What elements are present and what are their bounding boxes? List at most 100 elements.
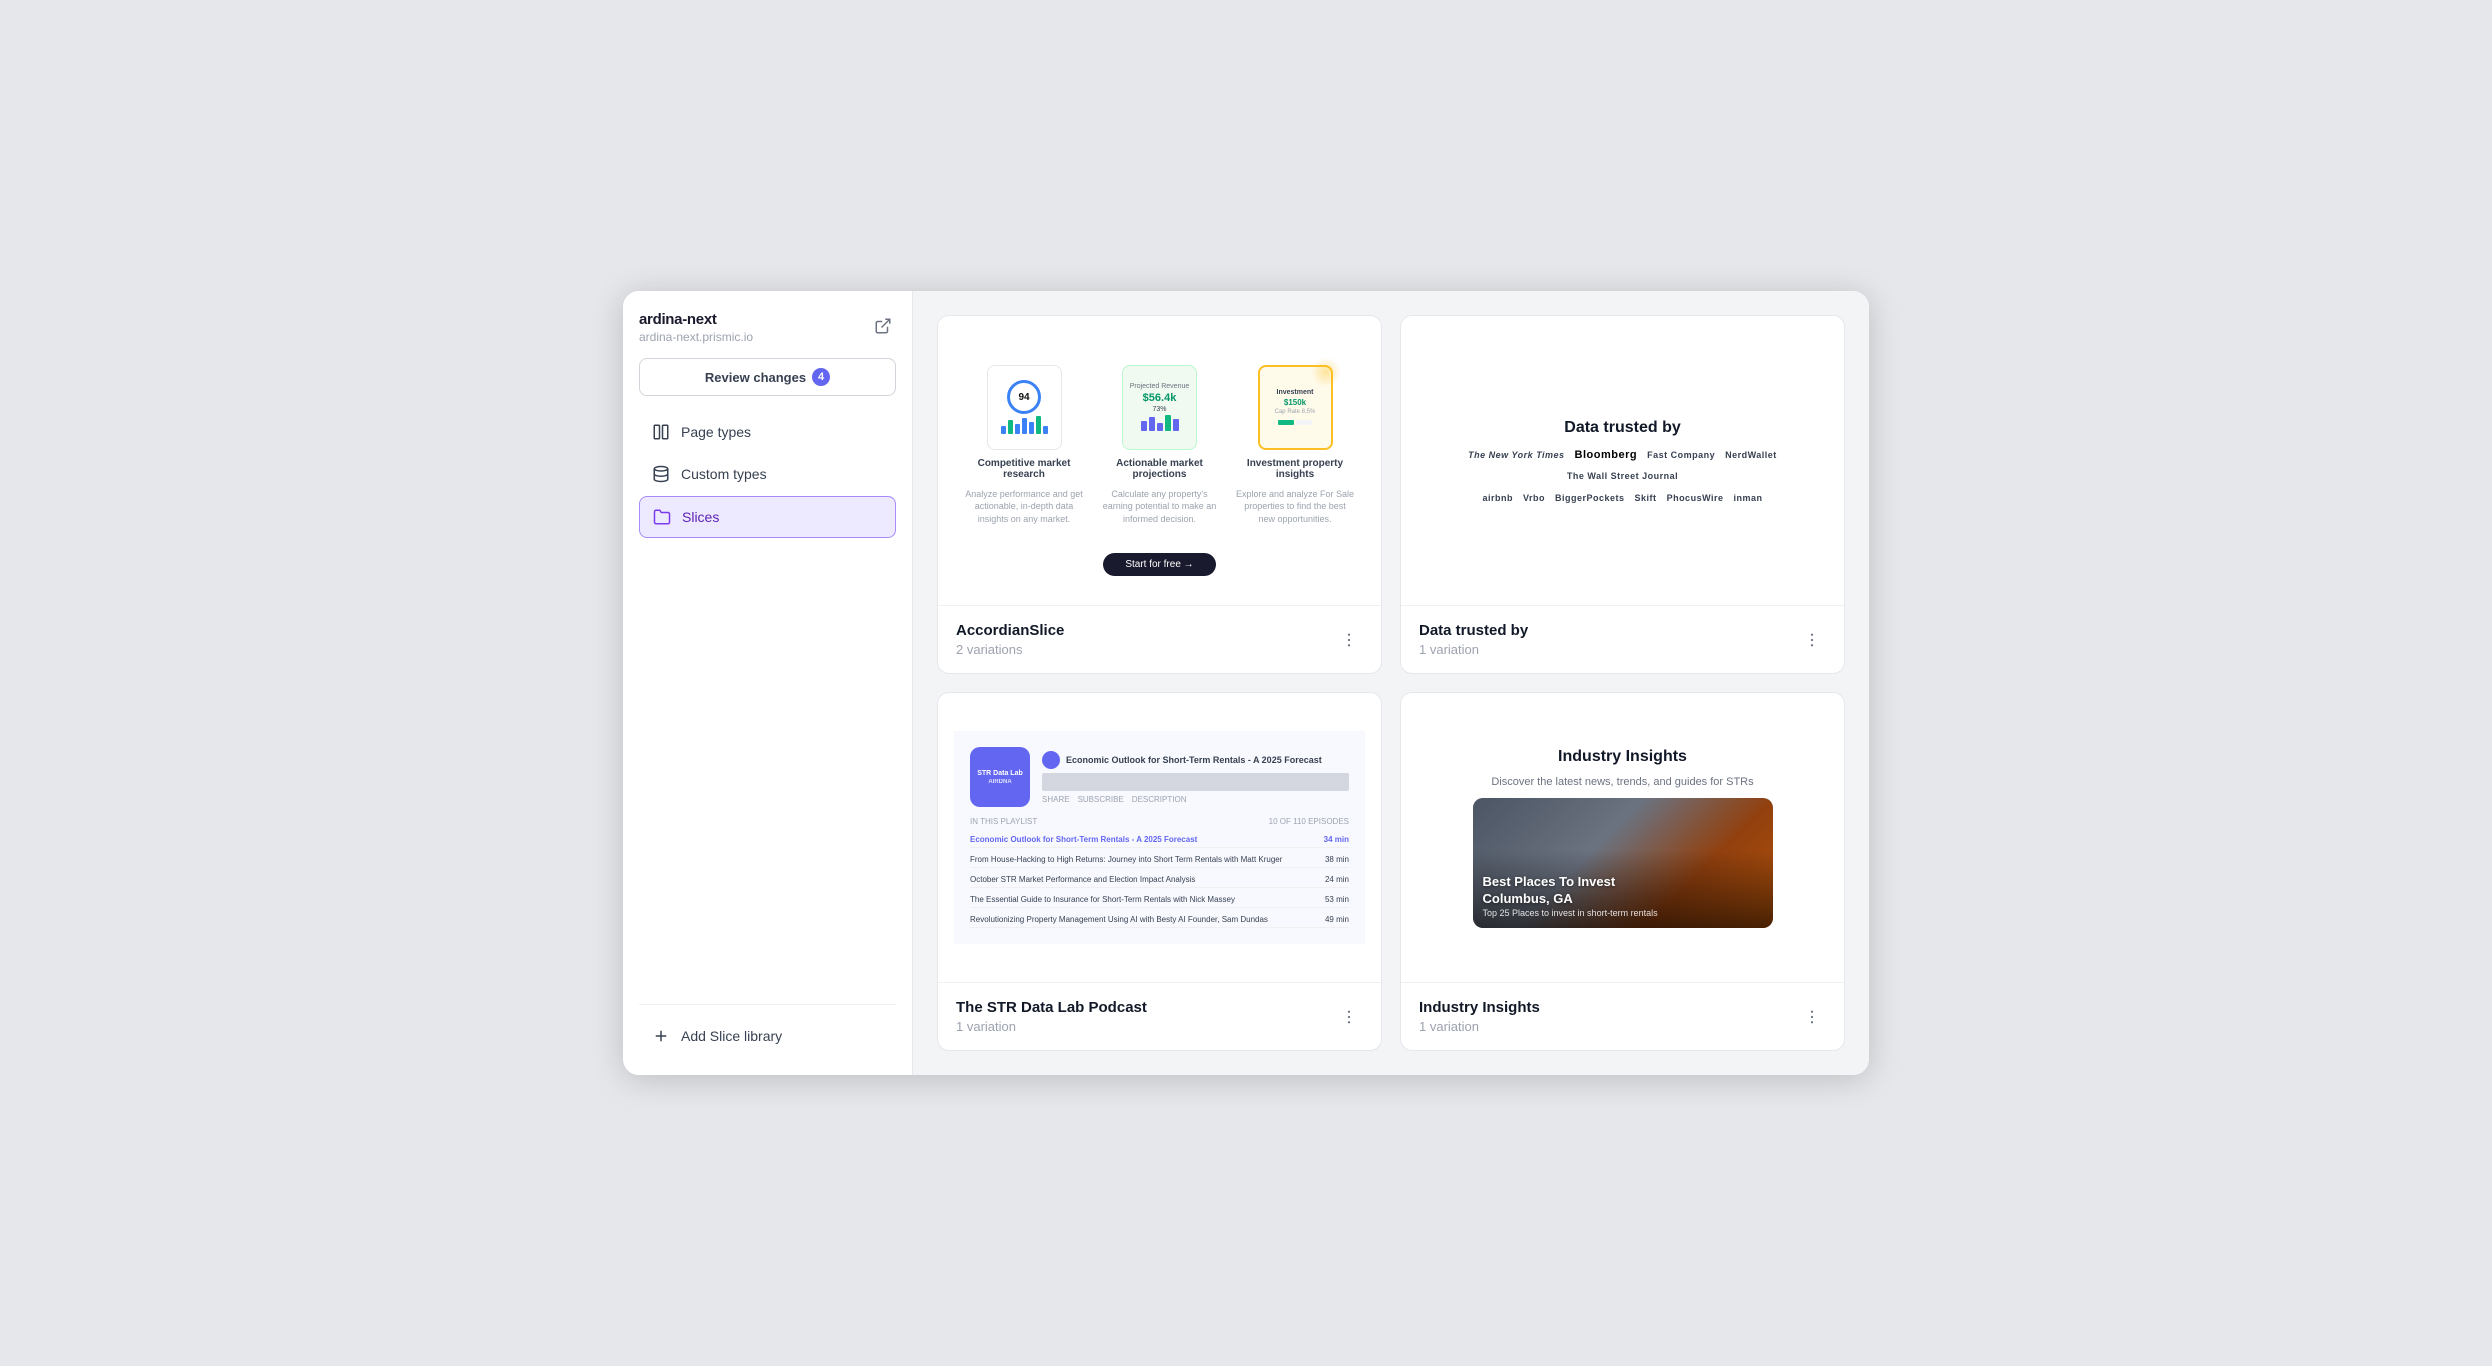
podcast-playlist-count: 10 OF 110 EPISODES xyxy=(1269,817,1349,826)
industry-img-location: Columbus, GA xyxy=(1483,891,1573,906)
sidebar-item-page-types[interactable]: Page types xyxy=(639,412,896,452)
external-link-icon[interactable] xyxy=(874,317,896,339)
podcast-more-button[interactable] xyxy=(1335,1003,1363,1031)
podcast-logo: STR Data Lab AIRDNA xyxy=(970,747,1030,807)
podcast-waveform xyxy=(1042,773,1349,791)
podcast-ep5-title: Revolutionizing Property Management Usin… xyxy=(970,915,1268,924)
podcast-ep2-title: From House-Hacking to High Returns: Jour… xyxy=(970,855,1282,864)
data-trusted-card: Data trusted by The New York Times Bloom… xyxy=(1400,315,1845,674)
slices-label: Slices xyxy=(682,509,719,525)
podcast-ep3-duration: 24 min xyxy=(1325,875,1349,884)
podcast-tab-description[interactable]: DESCRIPTION xyxy=(1132,795,1187,804)
acc-item-invest: Investment $150k Cap Rate 8.5% Investmen… xyxy=(1235,365,1355,526)
app-title: ardina-next xyxy=(639,311,753,328)
acc-caption-1: Competitive market research xyxy=(964,458,1084,480)
podcast-play-button[interactable] xyxy=(1042,751,1060,769)
industry-insights-title: Industry Insights xyxy=(1419,999,1540,1016)
podcast-episode-1[interactable]: Economic Outlook for Short-Term Rentals … xyxy=(970,832,1349,848)
data-trusted-title: Data trusted by xyxy=(1419,622,1528,639)
podcast-episode-4[interactable]: The Essential Guide to Insurance for Sho… xyxy=(970,892,1349,908)
trusted-preview-title: Data trusted by xyxy=(1564,419,1680,437)
logo-wsj: The Wall Street Journal xyxy=(1567,471,1678,481)
accordion-slice-title: AccordianSlice xyxy=(956,622,1064,639)
podcast-episode-2[interactable]: From House-Hacking to High Returns: Jour… xyxy=(970,852,1349,868)
data-trusted-preview: Data trusted by The New York Times Bloom… xyxy=(1401,316,1844,606)
industry-preview-image: Best Places To Invest Columbus, GA Top 2… xyxy=(1473,798,1773,928)
industry-img-sub: Top 25 Places to invest in short-term re… xyxy=(1483,908,1658,918)
sidebar: ardina-next ardina-next.prismic.io Revie… xyxy=(623,291,913,1075)
review-changes-button[interactable]: Review changes 4 xyxy=(639,358,896,396)
logo-airbnb: airbnb xyxy=(1482,493,1513,503)
logo-nyt: The New York Times xyxy=(1468,450,1564,460)
podcast-playlist-label: IN THIS PLAYLIST xyxy=(970,817,1037,826)
podcast-tabs: SHARE SUBSCRIBE DESCRIPTION xyxy=(1042,795,1349,804)
plus-icon xyxy=(651,1026,671,1046)
podcast-ep2-duration: 38 min xyxy=(1325,855,1349,864)
review-changes-badge: 4 xyxy=(812,368,830,386)
podcast-logo-line2: AIRDNA xyxy=(988,779,1011,785)
podcast-episode-list: Economic Outlook for Short-Term Rentals … xyxy=(970,832,1349,928)
main-content: 94 xyxy=(913,291,1869,1075)
add-slice-library-button[interactable]: Add Slice library xyxy=(639,1017,896,1055)
accordion-slice-more-button[interactable] xyxy=(1335,626,1363,654)
sidebar-bottom: Add Slice library xyxy=(639,1004,896,1055)
accordion-slice-variations: 2 variations xyxy=(956,642,1064,657)
trusted-logos-row2: airbnb Vrbo BiggerPockets Skift PhocusWi… xyxy=(1482,493,1762,503)
folder-icon xyxy=(652,507,672,527)
logo-bloomberg: Bloomberg xyxy=(1575,449,1638,461)
podcast-ep3-title: October STR Market Performance and Elect… xyxy=(970,875,1195,884)
acc-desc-1: Analyze performance and get actionable, … xyxy=(964,488,1084,526)
trusted-logos-row1: The New York Times Bloomberg Fast Compan… xyxy=(1437,449,1808,481)
podcast-episode-5[interactable]: Revolutionizing Property Management Usin… xyxy=(970,912,1349,928)
sidebar-item-slices[interactable]: Slices xyxy=(639,496,896,538)
data-trusted-more-button[interactable] xyxy=(1798,626,1826,654)
accordion-slice-card: 94 xyxy=(937,315,1382,674)
podcast-logo-line1: STR Data Lab xyxy=(977,770,1023,777)
podcast-ep5-duration: 49 min xyxy=(1325,915,1349,924)
logo-vrbo: Vrbo xyxy=(1523,493,1545,503)
sidebar-item-custom-types[interactable]: Custom types xyxy=(639,454,896,494)
podcast-card: STR Data Lab AIRDNA Economic Outlook for… xyxy=(937,692,1382,1051)
data-trusted-footer: Data trusted by 1 variation xyxy=(1401,606,1844,673)
podcast-episode-3[interactable]: October STR Market Performance and Elect… xyxy=(970,872,1349,888)
sidebar-header: ardina-next ardina-next.prismic.io xyxy=(639,311,896,344)
acc-item-market: 94 xyxy=(964,365,1084,526)
acc-desc-2: Calculate any property's earning potenti… xyxy=(1100,488,1219,526)
columns-icon xyxy=(651,422,671,442)
industry-img-title: Best Places To Invest xyxy=(1483,874,1616,889)
logo-biggerpockets: BiggerPockets xyxy=(1555,493,1625,503)
industry-preview-desc: Discover the latest news, trends, and gu… xyxy=(1491,776,1753,788)
logo-nerdwallet: NerdWallet xyxy=(1725,450,1777,460)
nav-section: Page types Custom types xyxy=(639,412,896,538)
industry-insights-footer: Industry Insights 1 variation xyxy=(1401,983,1844,1050)
logo-phocuswire: PhocusWire xyxy=(1667,493,1724,503)
industry-insights-variations: 1 variation xyxy=(1419,1019,1540,1034)
database-icon xyxy=(651,464,671,484)
app-subtitle: ardina-next.prismic.io xyxy=(639,330,753,344)
slices-grid: 94 xyxy=(937,315,1845,1051)
logo-inman: inman xyxy=(1734,493,1763,503)
acc-caption-3: Investment property insights xyxy=(1235,458,1355,480)
logo-skift: Skift xyxy=(1635,493,1657,503)
acc-caption-2: Actionable market projections xyxy=(1100,458,1219,480)
acc-item-house: Projected Revenue $56.4k 73% xyxy=(1100,365,1219,526)
industry-insights-preview: Industry Insights Discover the latest ne… xyxy=(1401,693,1844,983)
industry-preview-title: Industry Insights xyxy=(1558,748,1687,766)
logo-fastcompany: Fast Company xyxy=(1647,450,1715,460)
podcast-ep4-title: The Essential Guide to Insurance for Sho… xyxy=(970,895,1235,904)
podcast-ep4-duration: 53 min xyxy=(1325,895,1349,904)
acc-desc-3: Explore and analyze For Sale properties … xyxy=(1235,488,1355,526)
accordion-slice-preview: 94 xyxy=(938,316,1381,606)
industry-insights-card: Industry Insights Discover the latest ne… xyxy=(1400,692,1845,1051)
data-trusted-variations: 1 variation xyxy=(1419,642,1528,657)
review-changes-label: Review changes xyxy=(705,370,806,385)
accordion-slice-footer: AccordianSlice 2 variations xyxy=(938,606,1381,673)
add-slice-label: Add Slice library xyxy=(681,1028,782,1044)
industry-insights-more-button[interactable] xyxy=(1798,1003,1826,1031)
custom-types-label: Custom types xyxy=(681,466,767,482)
podcast-footer: The STR Data Lab Podcast 1 variation xyxy=(938,983,1381,1050)
accordion-cta[interactable]: Start for free → xyxy=(1103,553,1215,576)
podcast-ep1-duration: 34 min xyxy=(1324,835,1349,844)
podcast-tab-share[interactable]: SHARE xyxy=(1042,795,1070,804)
podcast-tab-subscribe[interactable]: SUBSCRIBE xyxy=(1078,795,1124,804)
